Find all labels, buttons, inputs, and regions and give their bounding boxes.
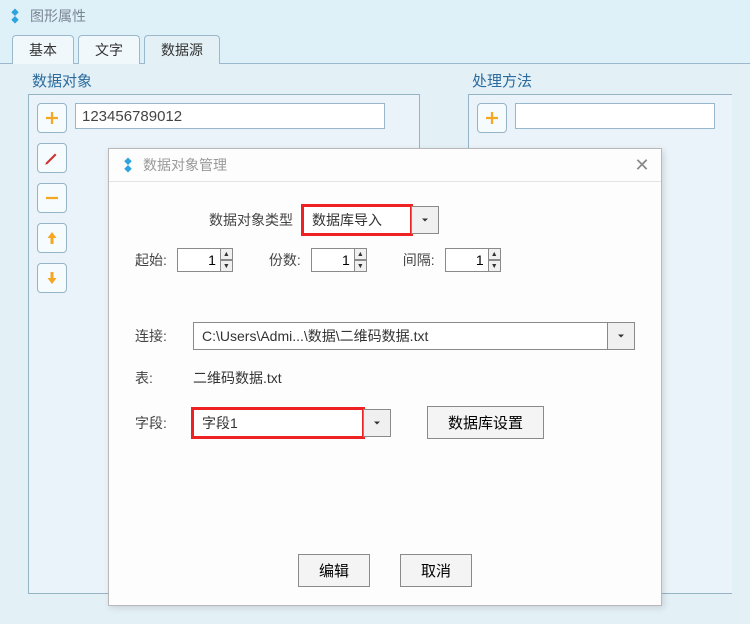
start-down[interactable]: ▼ <box>221 260 233 272</box>
dialog-titlebar: 数据对象管理 ✕ <box>109 149 661 182</box>
tab-basic[interactable]: 基本 <box>12 35 74 64</box>
count-up[interactable]: ▲ <box>355 248 367 260</box>
count-label: 份数: <box>269 250 301 270</box>
field-value: 字段1 <box>193 409 363 437</box>
count-input[interactable] <box>311 248 355 272</box>
group-data-obj-label: 数据对象 <box>32 70 92 91</box>
type-value: 数据库导入 <box>303 206 411 234</box>
interval-label: 间隔: <box>403 250 435 270</box>
edit-button[interactable]: 编辑 <box>298 554 370 587</box>
data-obj-input[interactable] <box>75 103 385 129</box>
group-method-label: 处理方法 <box>472 70 532 91</box>
dialog-title: 数据对象管理 <box>143 155 227 175</box>
dialog-app-icon <box>119 156 137 174</box>
table-label: 表: <box>135 368 183 388</box>
move-up-button[interactable] <box>37 223 67 253</box>
type-dropdown-arrow[interactable] <box>411 206 439 234</box>
count-down[interactable]: ▼ <box>355 260 367 272</box>
conn-label: 连接: <box>135 326 183 346</box>
tab-strip: 基本 文字 数据源 <box>0 32 750 64</box>
app-icon <box>6 7 24 25</box>
conn-value: C:\Users\Admi...\数据\二维码数据.txt <box>193 322 607 350</box>
field-dropdown[interactable]: 字段1 <box>193 409 391 437</box>
dialog-body: 数据对象类型 数据库导入 起始: ▲▼ 份数: ▲▼ 间隔: <box>109 182 661 449</box>
edit-pen-button[interactable] <box>37 143 67 173</box>
db-settings-button[interactable]: 数据库设置 <box>427 406 544 439</box>
type-label: 数据对象类型 <box>209 210 293 230</box>
type-dropdown[interactable]: 数据库导入 <box>303 206 439 234</box>
method-list-area <box>515 103 715 129</box>
cancel-button[interactable]: 取消 <box>400 554 472 587</box>
tab-datasource[interactable]: 数据源 <box>144 35 220 64</box>
window-titlebar: 图形属性 <box>0 0 750 32</box>
start-input[interactable] <box>177 248 221 272</box>
interval-down[interactable]: ▼ <box>489 260 501 272</box>
side-toolbar <box>37 103 67 293</box>
method-add-button[interactable] <box>477 103 507 133</box>
start-spinner[interactable]: ▲▼ <box>177 248 233 272</box>
tab-text[interactable]: 文字 <box>78 35 140 64</box>
method-toolbar <box>477 103 507 133</box>
add-button[interactable] <box>37 103 67 133</box>
table-value: 二维码数据.txt <box>193 368 282 388</box>
data-obj-manage-dialog: 数据对象管理 ✕ 数据对象类型 数据库导入 起始: ▲▼ 份数: <box>108 148 662 606</box>
interval-spinner[interactable]: ▲▼ <box>445 248 501 272</box>
move-down-button[interactable] <box>37 263 67 293</box>
interval-input[interactable] <box>445 248 489 272</box>
field-dropdown-arrow[interactable] <box>363 409 391 437</box>
conn-dropdown-arrow[interactable] <box>607 322 635 350</box>
field-label: 字段: <box>135 413 183 433</box>
close-icon[interactable]: ✕ <box>633 156 651 174</box>
start-up[interactable]: ▲ <box>221 248 233 260</box>
window-title: 图形属性 <box>30 6 86 26</box>
count-spinner[interactable]: ▲▼ <box>311 248 367 272</box>
interval-up[interactable]: ▲ <box>489 248 501 260</box>
dialog-footer: 编辑 取消 <box>109 554 661 587</box>
remove-button[interactable] <box>37 183 67 213</box>
conn-dropdown[interactable]: C:\Users\Admi...\数据\二维码数据.txt <box>193 322 635 350</box>
start-label: 起始: <box>135 250 167 270</box>
